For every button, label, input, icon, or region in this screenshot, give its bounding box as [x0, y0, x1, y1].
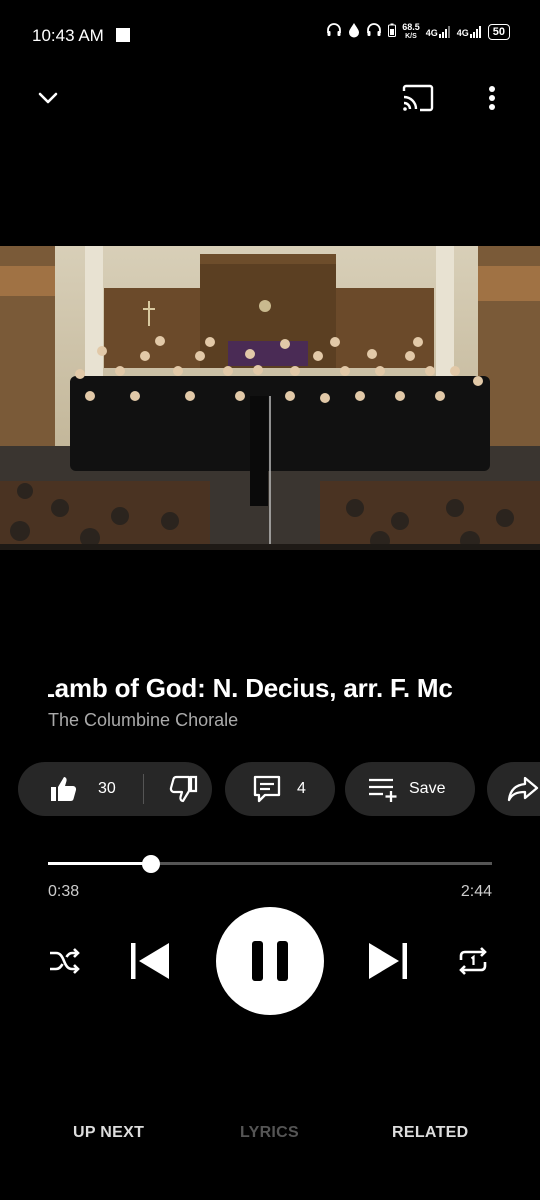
- cast-icon: [402, 84, 434, 112]
- share-button[interactable]: [487, 762, 540, 816]
- tab-up-next[interactable]: UP NEXT: [73, 1124, 144, 1142]
- net-type-1: 4G: [425, 27, 438, 38]
- comment-count: 4: [297, 780, 306, 797]
- signal-bars-icon: [438, 25, 450, 38]
- like-count: 30: [98, 780, 116, 797]
- save-button[interactable]: Save: [345, 762, 475, 816]
- like-dislike-pill: 30: [18, 762, 212, 816]
- video-player[interactable]: [0, 246, 540, 550]
- total-duration: 2:44: [460, 883, 492, 900]
- status-bar: 10:43 AM 68.5 K/S 4G 4G 50: [0, 0, 540, 70]
- repeat-one-icon: [459, 947, 487, 975]
- seek-bar-progress: [48, 862, 151, 865]
- more-options-button[interactable]: [474, 80, 510, 116]
- chevron-down-icon: [38, 92, 58, 104]
- signal-1: 4G: [425, 25, 451, 38]
- headphones-icon: [326, 22, 342, 41]
- network-speed: 68.5 K/S: [402, 21, 420, 41]
- skip-next-icon: [369, 943, 407, 979]
- status-icons: 68.5 K/S 4G 4G 50: [326, 22, 510, 41]
- more-vert-icon: [489, 86, 495, 110]
- seek-bar-handle[interactable]: [142, 855, 160, 873]
- net-type-2: 4G: [456, 27, 469, 38]
- playlist-add-icon: [369, 778, 397, 802]
- pill-divider: [142, 774, 144, 804]
- collapse-button[interactable]: [30, 80, 66, 116]
- pause-button[interactable]: [216, 907, 324, 1015]
- thumbs-down-icon: [169, 775, 197, 803]
- comments-button[interactable]: 4: [225, 762, 335, 816]
- notification-icon: [116, 28, 130, 42]
- signal-bars-icon: [469, 25, 481, 38]
- comment-icon: [253, 775, 281, 803]
- speed-value: 68.5: [402, 21, 420, 32]
- current-time: 0:38: [48, 883, 80, 900]
- like-button[interactable]: 30: [18, 762, 135, 816]
- tab-related[interactable]: RELATED: [392, 1124, 468, 1142]
- share-icon: [507, 776, 539, 802]
- headset-icon: [366, 22, 382, 41]
- shuffle-button[interactable]: [42, 938, 88, 984]
- drop-icon: [348, 22, 360, 41]
- artist-name[interactable]: The Columbine Chorale: [48, 710, 238, 731]
- song-title: Lamb of God: N. Decius, arr. F. Mc: [48, 673, 453, 703]
- signal-2: 4G: [456, 25, 482, 38]
- status-time: 10:43 AM: [32, 26, 104, 45]
- speed-unit: K/S: [405, 32, 417, 40]
- shuffle-icon: [50, 948, 80, 974]
- tab-lyrics[interactable]: LYRICS: [240, 1124, 299, 1142]
- battery-saver-icon: [388, 23, 397, 40]
- previous-button[interactable]: [126, 938, 172, 984]
- skip-previous-icon: [131, 943, 169, 979]
- battery-icon: 50: [487, 23, 510, 40]
- save-label: Save: [409, 780, 446, 797]
- repeat-button[interactable]: [450, 938, 496, 984]
- dislike-button[interactable]: [156, 762, 212, 816]
- thumbs-up-icon: [51, 777, 77, 801]
- next-button[interactable]: [366, 938, 412, 984]
- video-frame: [0, 246, 540, 550]
- cast-button[interactable]: [400, 80, 436, 116]
- pause-icon: [252, 941, 288, 981]
